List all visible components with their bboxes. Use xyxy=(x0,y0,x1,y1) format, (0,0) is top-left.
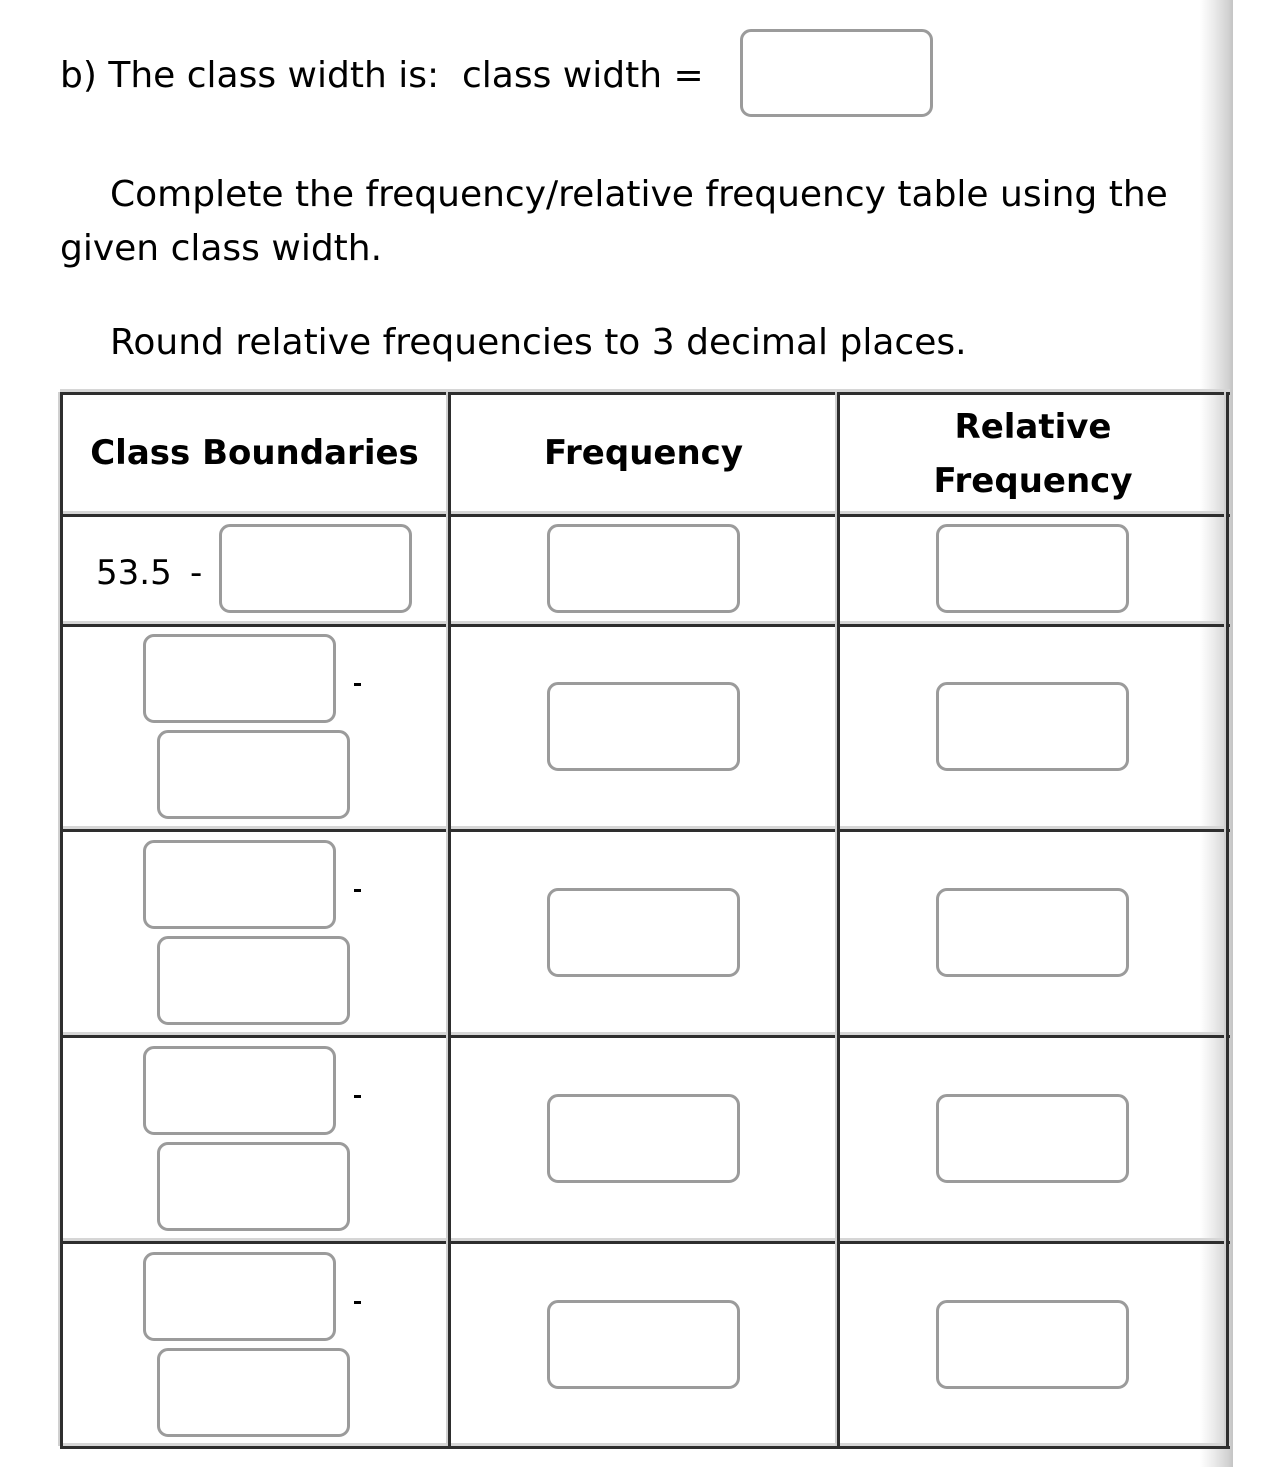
row-divider xyxy=(60,511,1230,517)
header-class-boundaries: Class Boundaries xyxy=(90,433,419,473)
frequency-input[interactable] xyxy=(547,1300,740,1389)
table-border-bottom xyxy=(60,1443,1230,1449)
row-divider xyxy=(60,826,1230,832)
relative-frequency-input[interactable] xyxy=(936,1094,1129,1183)
header-frequency: Frequency xyxy=(543,433,743,473)
row-divider xyxy=(60,1032,1230,1038)
lower-boundary-input[interactable] xyxy=(143,1252,336,1341)
column-divider xyxy=(835,392,840,1446)
lower-boundary-input[interactable] xyxy=(143,1046,336,1135)
row-divider xyxy=(60,621,1230,627)
relative-frequency-input[interactable] xyxy=(936,1300,1129,1389)
frequency-input[interactable] xyxy=(547,524,740,613)
frequency-input[interactable] xyxy=(547,1094,740,1183)
instruction-text: Complete the frequency/relative frequenc… xyxy=(60,174,1168,269)
boundary-separator xyxy=(354,683,361,686)
upper-boundary-input[interactable] xyxy=(157,1348,350,1437)
upper-boundary-input[interactable] xyxy=(219,524,412,613)
rounding-note: Round relative frequencies to 3 decimal … xyxy=(110,322,967,363)
relative-frequency-input[interactable] xyxy=(936,682,1129,771)
relative-frequency-input[interactable] xyxy=(936,888,1129,977)
upper-boundary-input[interactable] xyxy=(157,730,350,819)
class-width-input[interactable] xyxy=(740,29,933,117)
header-relative-frequency: Relative Frequency xyxy=(933,407,1133,501)
table-border-top xyxy=(60,389,1230,395)
frequency-input[interactable] xyxy=(547,682,740,771)
lower-boundary-value: 53.5 xyxy=(96,553,172,593)
table-border-left xyxy=(58,392,63,1446)
column-divider xyxy=(446,392,451,1446)
boundary-separator: - xyxy=(190,553,203,593)
table-border-right xyxy=(1224,392,1229,1446)
lower-boundary-input[interactable] xyxy=(143,634,336,723)
frequency-input[interactable] xyxy=(547,888,740,977)
boundary-separator xyxy=(354,1095,361,1098)
upper-boundary-input[interactable] xyxy=(157,1142,350,1231)
class-width-prompt: b) The class width is: class width = xyxy=(60,55,704,96)
relative-frequency-input[interactable] xyxy=(936,524,1129,613)
upper-boundary-input[interactable] xyxy=(157,936,350,1025)
row-divider xyxy=(60,1238,1230,1244)
boundary-separator xyxy=(354,1301,361,1304)
boundary-separator xyxy=(354,889,361,892)
lower-boundary-input[interactable] xyxy=(143,840,336,929)
